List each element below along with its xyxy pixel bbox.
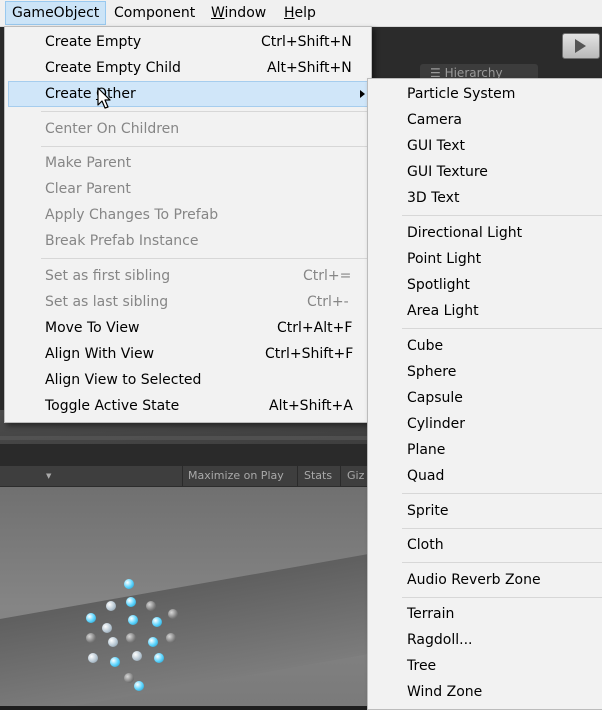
submenu-item-point-light[interactable]: Point Light xyxy=(368,246,602,272)
submenu-item-ragdoll[interactable]: Ragdoll... xyxy=(368,627,602,653)
submenu-item-quad[interactable]: Quad xyxy=(368,463,602,489)
menu-item-clear-parent[interactable]: Clear Parent xyxy=(5,176,371,202)
play-icon xyxy=(575,39,586,53)
menu-bar: GameObject Component Window Help xyxy=(0,0,602,27)
menu-item-create-empty-child[interactable]: Create Empty Child Alt+Shift+N xyxy=(5,55,371,81)
submenu-item-gui-text[interactable]: GUI Text xyxy=(368,133,602,159)
menu-item-toggle-active-state[interactable]: Toggle Active State Alt+Shift+A xyxy=(5,393,371,419)
gameobject-menu: Create Empty Ctrl+Shift+N Create Empty C… xyxy=(4,26,372,423)
maximize-on-play-button[interactable]: Maximize on Play xyxy=(188,469,284,482)
submenu-item-sprite[interactable]: Sprite xyxy=(368,498,602,524)
submenu-item-sphere[interactable]: Sphere xyxy=(368,359,602,385)
submenu-item-wind-zone[interactable]: Wind Zone xyxy=(368,679,602,705)
submenu-item-cube[interactable]: Cube xyxy=(368,333,602,359)
menu-component[interactable]: Component xyxy=(108,1,201,25)
menu-item-set-as-last-sibling[interactable]: Set as last sibling Ctrl+- xyxy=(5,289,371,315)
submenu-item-terrain[interactable]: Terrain xyxy=(368,601,602,627)
submenu-item-particle-system[interactable]: Particle System xyxy=(368,81,602,107)
submenu-item-area-light[interactable]: Area Light xyxy=(368,298,602,324)
submenu-item-cloth[interactable]: Cloth xyxy=(368,532,602,558)
submenu-item-3d-text[interactable]: 3D Text xyxy=(368,185,602,211)
menu-gameobject[interactable]: GameObject xyxy=(5,1,107,25)
menu-item-create-empty[interactable]: Create Empty Ctrl+Shift+N xyxy=(5,29,371,55)
menu-help[interactable]: Help xyxy=(278,1,322,25)
submenu-item-capsule[interactable]: Capsule xyxy=(368,385,602,411)
submenu-item-plane[interactable]: Plane xyxy=(368,437,602,463)
submenu-item-camera[interactable]: Camera xyxy=(368,107,602,133)
menu-item-set-as-first-sibling[interactable]: Set as first sibling Ctrl+= xyxy=(5,263,371,289)
menu-window[interactable]: Window xyxy=(205,1,272,25)
submenu-item-cylinder[interactable]: Cylinder xyxy=(368,411,602,437)
stats-button[interactable]: Stats xyxy=(304,469,332,482)
play-button[interactable] xyxy=(562,33,600,59)
menu-item-make-parent[interactable]: Make Parent xyxy=(5,150,371,176)
submenu-item-audio-reverb-zone[interactable]: Audio Reverb Zone xyxy=(368,567,602,593)
submenu-arrow-icon xyxy=(360,90,365,98)
menu-item-align-with-view[interactable]: Align With View Ctrl+Shift+F xyxy=(5,341,371,367)
aspect-dropdown-icon[interactable]: ▼ xyxy=(46,472,51,480)
create-other-submenu: Particle System Camera GUI Text GUI Text… xyxy=(367,78,602,710)
menu-item-create-other[interactable]: Create Other xyxy=(8,81,368,107)
menu-item-apply-changes-to-prefab[interactable]: Apply Changes To Prefab xyxy=(5,202,371,228)
submenu-item-tree[interactable]: Tree xyxy=(368,653,602,679)
submenu-item-spotlight[interactable]: Spotlight xyxy=(368,272,602,298)
gizmos-button[interactable]: Giz xyxy=(347,469,364,482)
submenu-item-gui-texture[interactable]: GUI Texture xyxy=(368,159,602,185)
submenu-item-directional-light[interactable]: Directional Light xyxy=(368,220,602,246)
menu-item-center-on-children[interactable]: Center On Children xyxy=(5,116,371,142)
menu-item-align-view-to-selected[interactable]: Align View to Selected xyxy=(5,367,371,393)
menu-item-break-prefab-instance[interactable]: Break Prefab Instance xyxy=(5,228,371,254)
menu-item-move-to-view[interactable]: Move To View Ctrl+Alt+F xyxy=(5,315,371,341)
